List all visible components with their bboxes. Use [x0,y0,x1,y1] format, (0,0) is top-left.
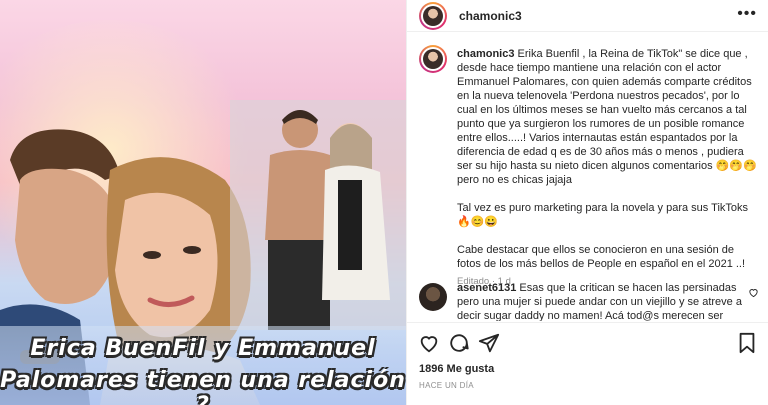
comment-bubble-icon[interactable] [447,331,471,355]
caption-paragraph1: Erika Buenfil , la Reina de TikTok" se d… [457,48,757,186]
post-header: chamonic3 ••• [407,0,768,32]
post-actions: 1896 Me gusta HACE UN DÍA [407,322,768,405]
image-caption-line1: Erica BuenFil y Emmanuel [30,336,376,361]
post-image[interactable]: Erica BuenFil y Emmanuel Palomares tiene… [0,0,406,405]
commenter-username[interactable]: asenet6131 [457,282,516,294]
caption-author-avatar[interactable] [419,45,447,73]
comment-like-heart-icon[interactable] [748,287,759,298]
comments-section[interactable]: chamonic3 Erika Buenfil , la Reina de Ti… [407,33,768,321]
caption-username[interactable]: chamonic3 [457,48,514,60]
comment-text: asenet6131 Esas que la critican se hacen… [457,281,747,321]
share-send-icon[interactable] [477,331,501,355]
author-avatar[interactable] [419,2,447,30]
couple-standing-photo [230,100,406,330]
save-bookmark-icon[interactable] [735,331,759,355]
post-detail-panel: chamonic3 ••• chamonic3 Erika Buenfil , … [406,0,768,405]
post-timestamp: HACE UN DÍA [419,381,474,390]
author-username[interactable]: chamonic3 [459,9,522,23]
image-caption-line2: Palomares tienen una relación ? [0,368,406,405]
more-options-icon[interactable]: ••• [737,5,757,23]
like-count[interactable]: 1896 Me gusta [419,363,494,375]
commenter-avatar[interactable] [419,283,447,311]
caption-paragraph3: Cabe destacar que ellos se conocieron en… [457,244,746,270]
post-caption: chamonic3 Erika Buenfil , la Reina de Ti… [457,47,757,289]
like-heart-icon[interactable] [417,331,441,355]
caption-paragraph2: Tal vez es puro marketing para la novela… [457,202,749,228]
